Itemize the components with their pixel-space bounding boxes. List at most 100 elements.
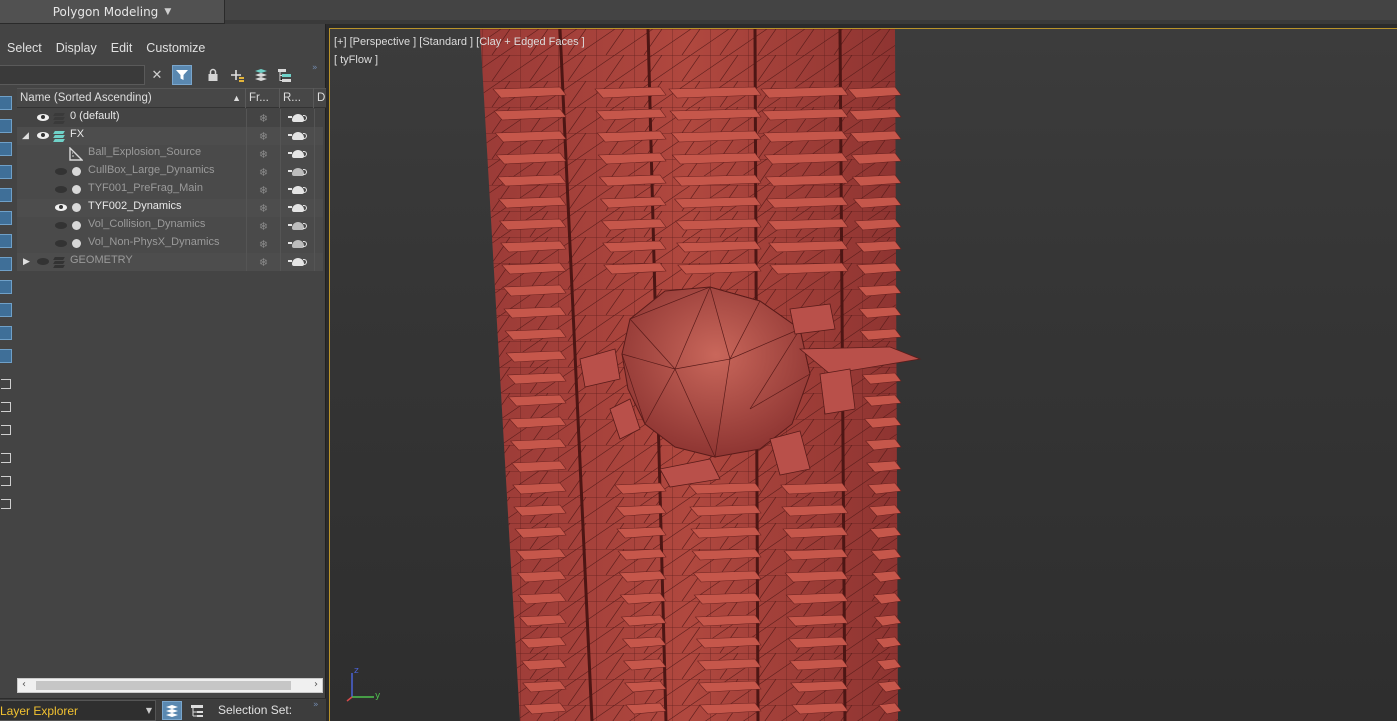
display-cell[interactable] [314, 127, 324, 145]
visibility-eye-off-icon[interactable] [55, 240, 67, 247]
visibility-eye-icon[interactable] [37, 114, 49, 121]
freeze-snowflake-icon[interactable]: ❄ [246, 145, 280, 163]
menu-customize[interactable]: Customize [139, 41, 212, 55]
render-teapot-icon[interactable] [280, 217, 314, 235]
row-name: Vol_Collision_Dynamics [88, 218, 206, 230]
render-teapot-icon[interactable] [280, 181, 314, 199]
menu-edit[interactable]: Edit [104, 41, 140, 55]
tree-row-default-layer[interactable]: 0 (default) ❄ [17, 109, 323, 127]
hierarchy-toggle-icon[interactable] [187, 701, 207, 720]
filter-icon[interactable] [172, 65, 192, 85]
row-name: FX [70, 128, 85, 140]
lock-icon[interactable] [203, 65, 223, 85]
filter-helpers-icon[interactable] [0, 188, 12, 202]
render-teapot-icon[interactable] [280, 145, 314, 163]
visibility-eye-off-icon[interactable] [55, 168, 67, 175]
filter-hidden-icon[interactable] [0, 349, 12, 363]
freeze-snowflake-icon[interactable]: ❄ [246, 127, 280, 145]
display-none-icon[interactable] [0, 399, 12, 413]
ribbon-tab-polygon-modeling[interactable]: Polygon Modeling ▼ [0, 0, 225, 23]
scene-tree: 0 (default) ❄ ◢ FX ❄ Ball_Explosion_Sour… [17, 109, 323, 271]
filter-lights-icon[interactable] [0, 142, 12, 156]
scroll-left-icon[interactable]: ‹ [22, 679, 26, 690]
horizontal-scrollbar[interactable]: ‹ › [17, 678, 323, 693]
filter-cameras-icon[interactable] [0, 165, 12, 179]
tree-row-vol-collision-dynamics[interactable]: Vol_Collision_Dynamics ❄ [17, 217, 323, 235]
column-name[interactable]: Name (Sorted Ascending) ▲ [17, 88, 246, 108]
tree-row-fx-layer[interactable]: ◢ FX ❄ [17, 127, 323, 145]
display-cell[interactable] [314, 235, 324, 253]
perspective-viewport[interactable]: [+] [Perspective ] [Standard ] [Clay + E… [329, 28, 1397, 721]
filter-toggle-icon[interactable] [0, 473, 12, 487]
filter-geometry-icon[interactable] [0, 96, 12, 110]
scroll-right-icon[interactable]: › [314, 679, 318, 690]
viewport-tyflow-label[interactable]: [ tyFlow ] [334, 54, 378, 66]
layers-stack-icon[interactable] [251, 65, 271, 85]
search-input[interactable] [0, 65, 145, 85]
viewport-label[interactable]: [+] [Perspective ] [Standard ] [Clay + E… [334, 36, 585, 48]
column-frozen[interactable]: Fr... [246, 88, 280, 108]
visibility-eye-off-icon[interactable] [37, 258, 49, 265]
display-cell[interactable] [314, 109, 324, 127]
layer-explorer-toggle-icon[interactable] [162, 701, 182, 720]
find-icon[interactable] [0, 450, 12, 464]
visibility-eye-icon[interactable] [37, 132, 49, 139]
visibility-eye-icon[interactable] [55, 204, 67, 211]
visibility-eye-off-icon[interactable] [55, 222, 67, 229]
clear-search-icon[interactable]: ✕ [147, 65, 167, 85]
display-cell[interactable] [314, 181, 324, 199]
scrollbar-thumb[interactable] [36, 681, 291, 690]
visibility-eye-off-icon[interactable] [55, 186, 67, 193]
add-layer-icon[interactable] [227, 65, 247, 85]
render-teapot-icon[interactable] [280, 109, 314, 127]
filter-shapes-icon[interactable] [0, 119, 12, 133]
expand-closed-icon[interactable]: ▶ [23, 256, 30, 267]
render-teapot-icon[interactable] [280, 235, 314, 253]
gizmo-z-label: z [354, 666, 359, 676]
tree-row-tyf001-prefrag-main[interactable]: TYF001_PreFrag_Main ❄ [17, 181, 323, 199]
freeze-snowflake-icon[interactable]: ❄ [246, 235, 280, 253]
overflow-chevron-icon[interactable]: » [313, 700, 319, 710]
render-teapot-icon[interactable] [280, 253, 314, 271]
tree-row-vol-non-physx-dynamics[interactable]: Vol_Non-PhysX_Dynamics ❄ [17, 235, 323, 253]
display-cell[interactable] [314, 253, 324, 271]
freeze-snowflake-icon[interactable]: ❄ [246, 253, 280, 271]
tree-row-ball-explosion-source[interactable]: Ball_Explosion_Source ❄ [17, 145, 323, 163]
render-teapot-icon[interactable] [280, 163, 314, 181]
filter-spacewarps-icon[interactable] [0, 211, 12, 225]
freeze-snowflake-icon[interactable]: ❄ [246, 199, 280, 217]
filter-containers-icon[interactable] [0, 303, 12, 317]
filter-xrefs-icon[interactable] [0, 257, 12, 271]
render-teapot-icon[interactable] [280, 127, 314, 145]
row-name: GEOMETRY [70, 254, 133, 266]
freeze-snowflake-icon[interactable]: ❄ [246, 163, 280, 181]
freeze-snowflake-icon[interactable]: ❄ [246, 181, 280, 199]
display-cell[interactable] [314, 199, 324, 217]
filter-bones-icon[interactable] [0, 280, 12, 294]
display-cell[interactable] [314, 145, 324, 163]
selection-set-icon[interactable] [0, 496, 12, 510]
freeze-snowflake-icon[interactable]: ❄ [246, 109, 280, 127]
display-invert-icon[interactable] [0, 422, 12, 436]
explorer-menubar: Select Display Edit Customize [0, 36, 326, 60]
menu-display[interactable]: Display [49, 41, 104, 55]
render-teapot-icon[interactable] [280, 199, 314, 217]
tree-row-geometry-layer[interactable]: ▶ GEOMETRY ❄ [17, 253, 323, 271]
filter-frozen-icon[interactable] [0, 326, 12, 340]
display-cell[interactable] [314, 163, 324, 181]
tree-row-cullbox-large-dynamics[interactable]: CullBox_Large_Dynamics ❄ [17, 163, 323, 181]
ribbon-bar: Polygon Modeling ▼ [0, 0, 1397, 24]
display-cell[interactable] [314, 217, 324, 235]
menu-select[interactable]: Select [0, 41, 49, 55]
expand-open-icon[interactable]: ◢ [22, 130, 29, 141]
selection-set-label: Selection Set: [218, 703, 293, 717]
tree-row-tyf002-dynamics[interactable]: TYF002_Dynamics ❄ [17, 199, 323, 217]
column-render[interactable]: R... [280, 88, 314, 108]
column-display[interactable]: D [314, 88, 326, 108]
overflow-chevron-icon[interactable]: » [312, 63, 318, 73]
hierarchy-icon[interactable] [275, 65, 295, 85]
explorer-type-dropdown[interactable]: Layer Explorer ▼ [0, 700, 156, 721]
filter-groups-icon[interactable] [0, 234, 12, 248]
freeze-snowflake-icon[interactable]: ❄ [246, 217, 280, 235]
display-all-icon[interactable] [0, 376, 12, 390]
